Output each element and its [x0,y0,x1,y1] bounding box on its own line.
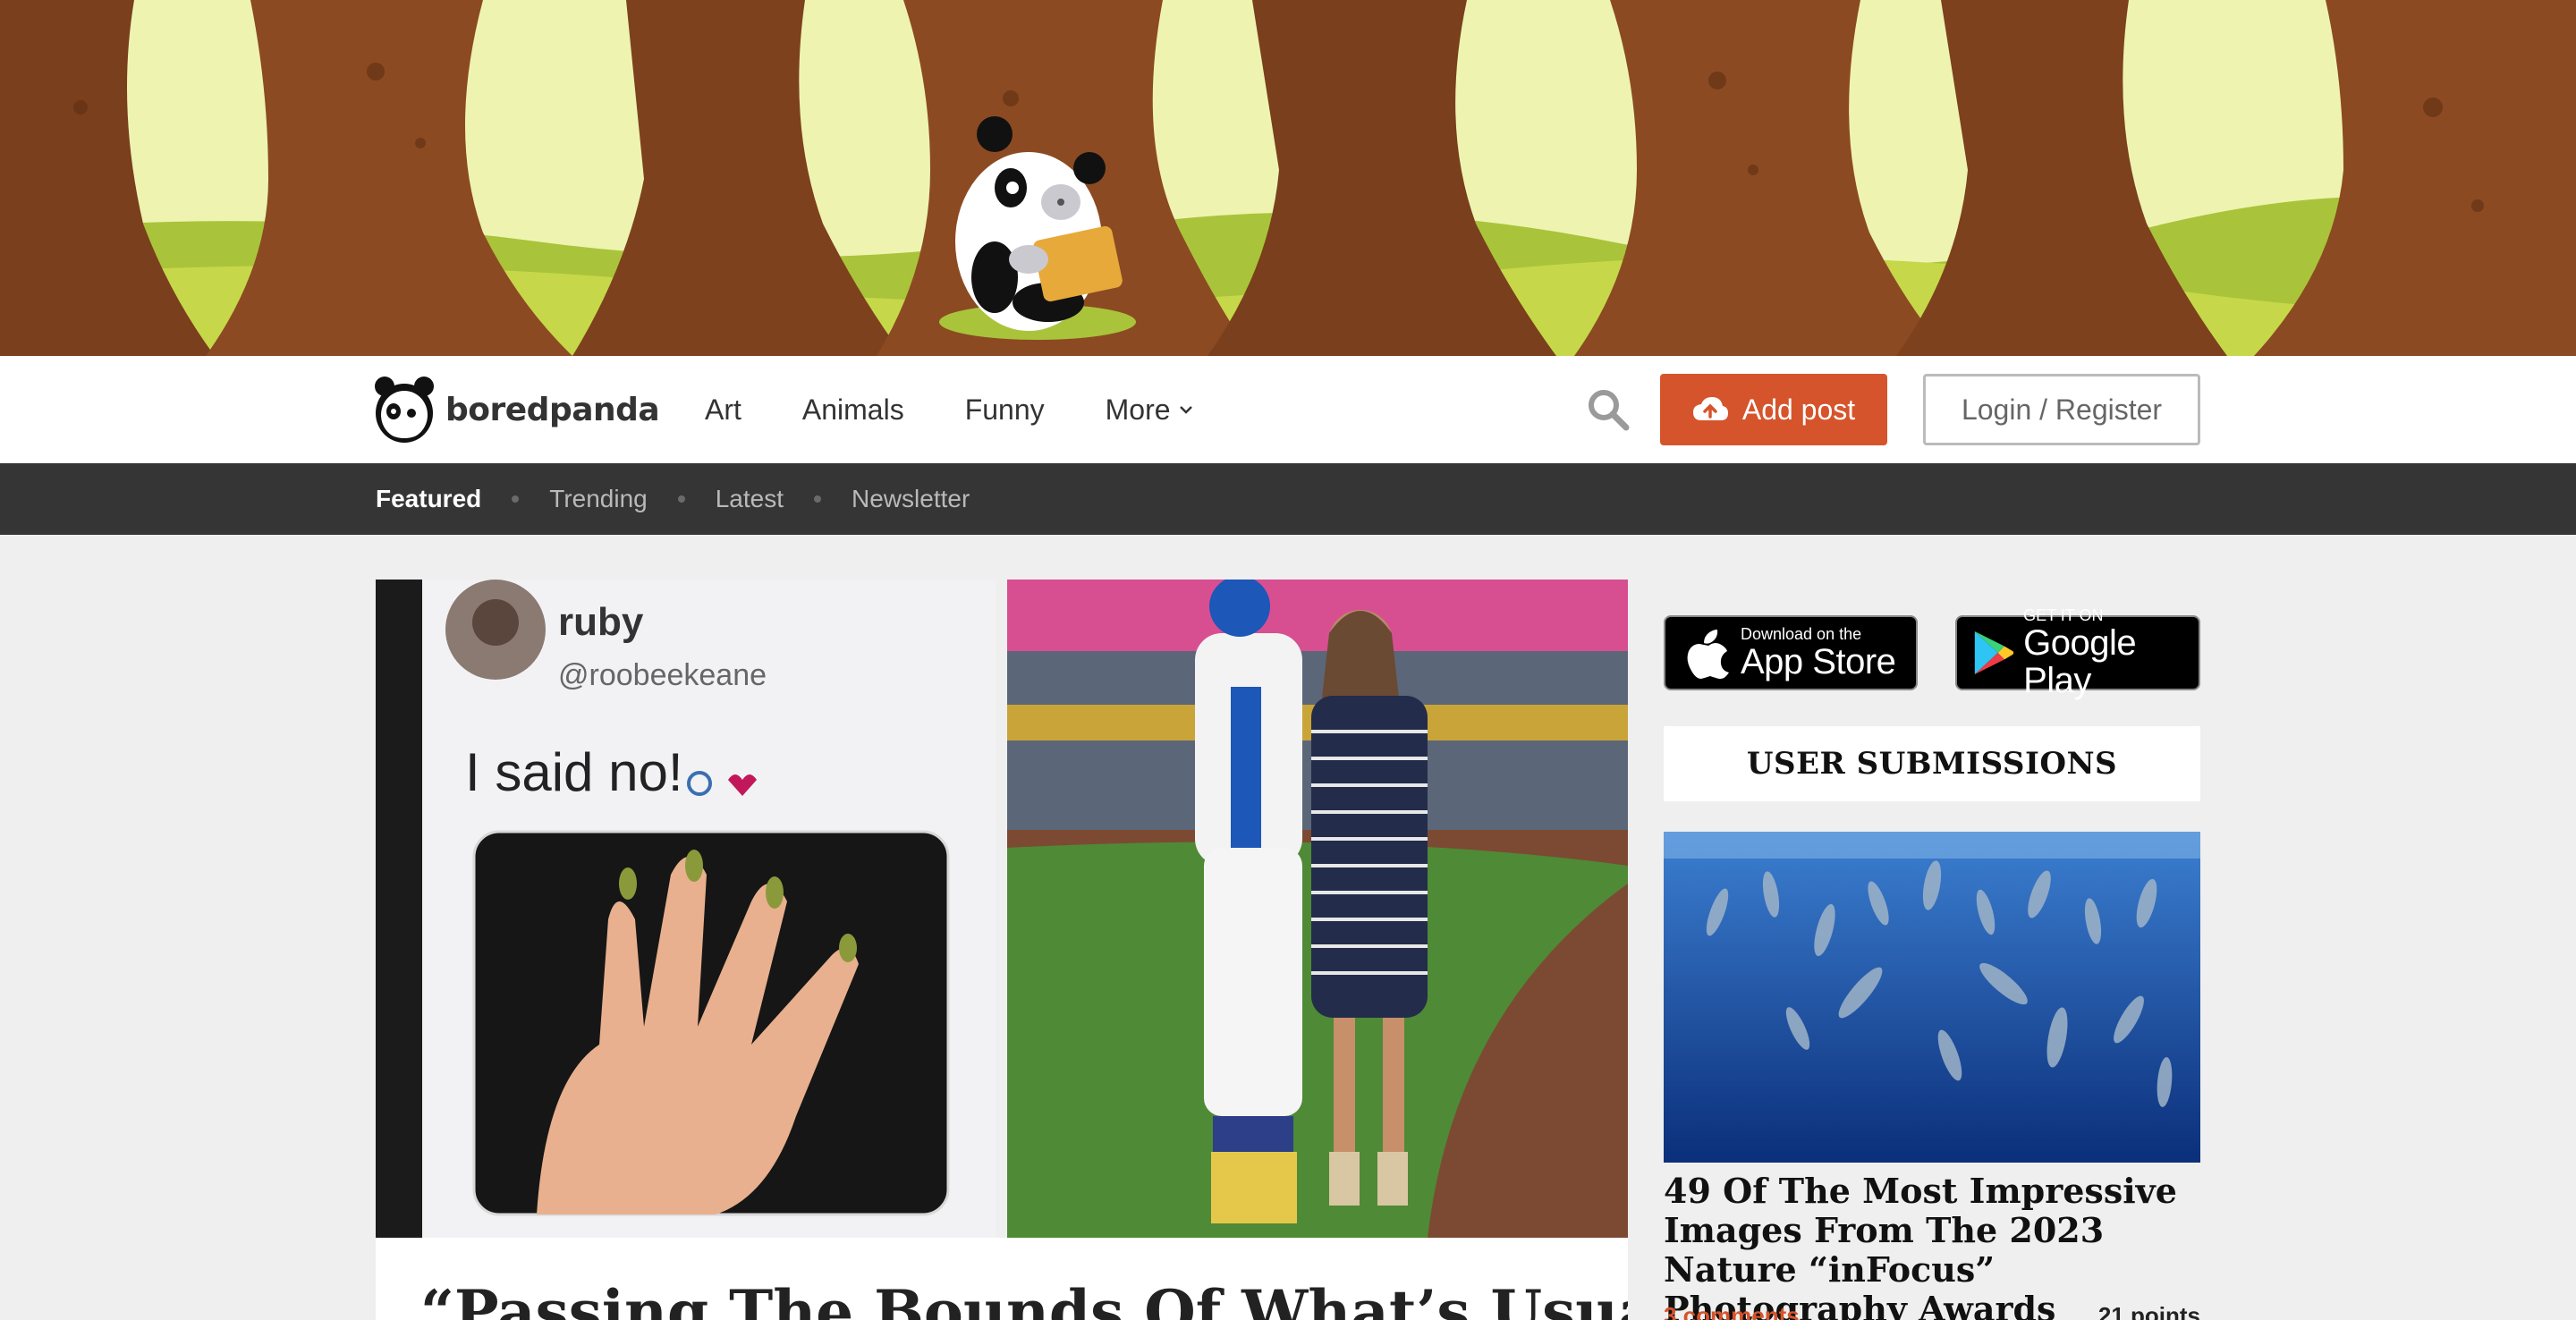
forest-illustration [0,0,2576,356]
nav-item-animals[interactable]: Animals [802,393,904,427]
user-submissions-heading: USER SUBMISSIONS [1664,726,2200,801]
points-count: 21 points [2097,1302,2200,1320]
subnav-newsletter[interactable]: Newsletter [852,485,970,513]
featured-title[interactable]: “Passing The Bounds Of What’s Usual”: [420,1277,1628,1320]
panda-logo-icon [375,377,434,443]
featured-image-right[interactable] [1007,580,1628,1238]
tweet-text: I said no! [465,742,683,802]
chevron-down-icon [1179,406,1192,414]
google-play-button[interactable]: GET IT ON Google Play [1955,606,2200,699]
subnav-latest[interactable]: Latest [716,485,784,513]
google-play-icon [1974,631,2014,674]
google-play-small-text: GET IT ON [2023,606,2104,624]
brand-logo[interactable]: boredpanda [374,372,660,447]
nav-item-more-label: More [1105,393,1171,426]
google-play-big-text: Google Play [2023,623,2137,700]
app-store-big-text: App Store [1741,642,1896,681]
separator-dot [512,495,520,503]
apple-icon [1687,630,1729,680]
featured-post[interactable]: ruby @roobeekeane I said no! “Passing Th… [376,580,1628,1320]
search-icon [1589,390,1630,431]
app-store-small-text: Download on the [1741,625,1862,643]
nav-item-funny[interactable]: Funny [965,393,1045,427]
login-register-button[interactable]: Login / Register [1923,374,2200,445]
search-button[interactable] [1581,383,1635,436]
separator-dot [814,495,822,503]
submission-meta: 3 comments 21 points [1664,1302,2200,1320]
sub-nav: Featured Trending Latest Newsletter [0,463,2576,535]
submission-title[interactable]: 49 Of The Most Impressive Images From Th… [1664,1172,2200,1320]
tweet-handle: @roobeekeane [558,658,767,692]
separator-dot [677,495,685,503]
nav-item-art[interactable]: Art [705,393,741,427]
cloud-upload-icon [1692,397,1728,420]
brand-name: boredpanda [445,391,660,428]
dolphins-photo [1664,832,2200,1163]
tweet-name: ruby [558,600,644,644]
main-nav: Art Animals Funny More [705,356,1255,463]
featured-image-left[interactable]: ruby @roobeekeane I said no! [376,580,996,1238]
tweet-photo: ruby @roobeekeane I said no! [376,580,996,1238]
top-header: boredpanda Art Animals Funny More Add po… [0,356,2576,463]
comments-count[interactable]: 3 comments [1664,1302,1800,1320]
submission-image[interactable] [1664,832,2200,1163]
app-store-button[interactable]: Download on the App Store [1664,615,1918,690]
featured-title-card[interactable]: “Passing The Bounds Of What’s Usual”: [376,1238,1628,1320]
add-post-label: Add post [1741,393,1856,426]
nav-item-more[interactable]: More [1106,393,1194,427]
subnav-featured[interactable]: Featured [376,485,481,513]
header-banner [0,0,2576,356]
baseball-photo [1007,580,1628,1238]
add-post-button[interactable]: Add post [1660,374,1887,445]
subnav-trending[interactable]: Trending [549,485,647,513]
